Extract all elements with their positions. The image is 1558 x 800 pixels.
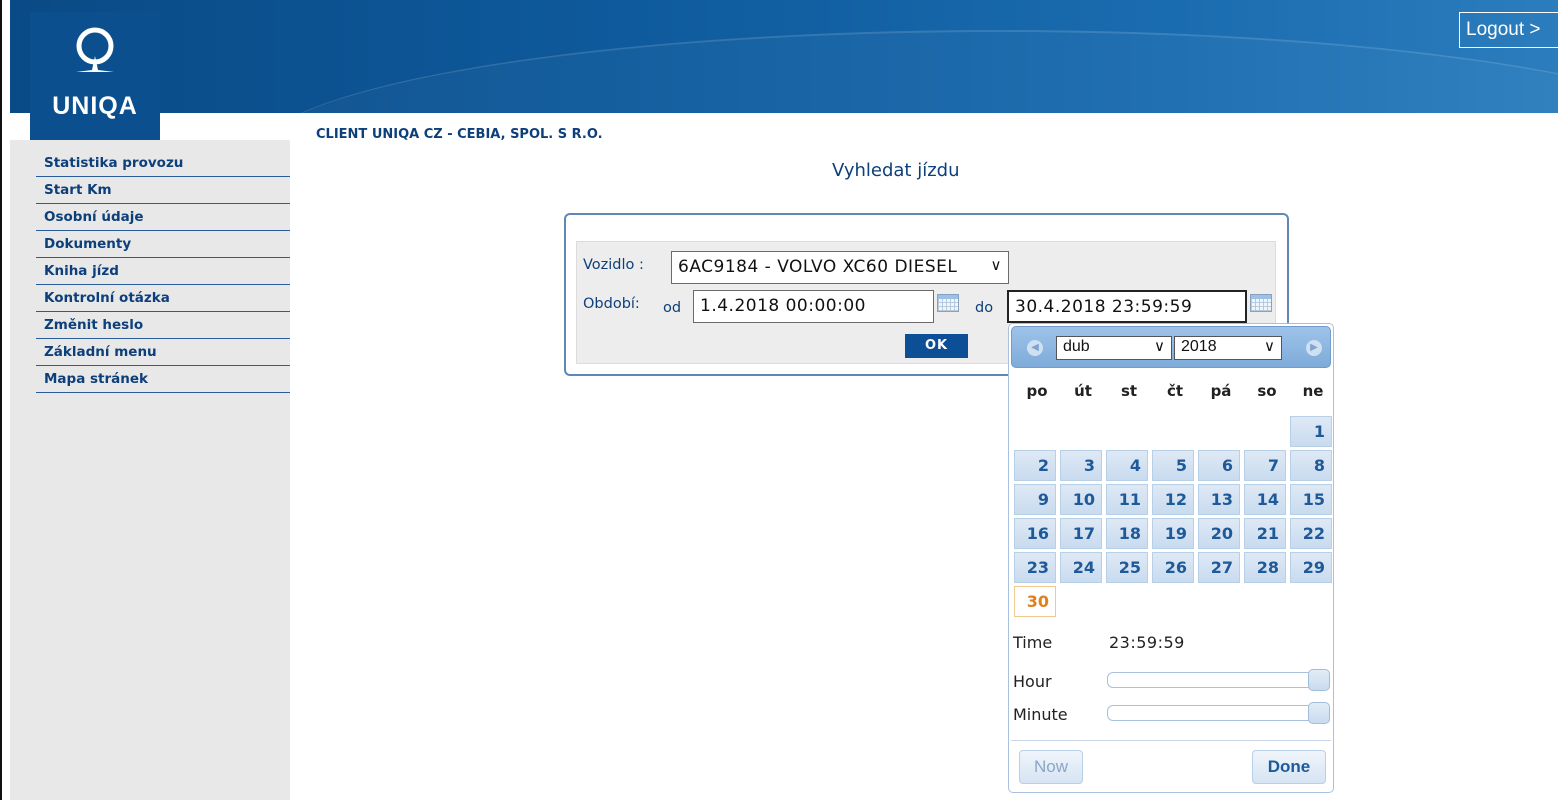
minute-label: Minute [1013,705,1068,724]
day-cell[interactable]: 1 [1290,416,1332,447]
from-label: od [663,300,682,316]
uniqa-logo[interactable]: UNIQA [30,12,160,140]
date-from-input[interactable]: 1.4.2018 00:00:00 [693,290,934,323]
day-cell[interactable]: 6 [1198,450,1240,481]
vehicle-select-value: 6AC9184 - VOLVO XC60 DIESEL [678,257,958,277]
logo-text: UNIQA [52,92,138,120]
ok-button[interactable]: OK [905,334,968,358]
calendar-from-icon[interactable] [937,294,959,312]
weekday-label: st [1120,382,1138,400]
day-cell[interactable]: 28 [1244,552,1286,583]
header-banner [10,0,1558,113]
page-title: Vyhledat jízdu [832,160,960,181]
logo-emblem-icon [76,27,114,72]
logout-button[interactable]: Logout > [1459,12,1558,48]
day-cell[interactable]: 9 [1014,484,1056,515]
chevron-down-icon: ∨ [1264,338,1275,355]
to-label: do [975,300,994,316]
sidebar-item-zmenit-heslo[interactable]: Změnit heslo [36,312,290,339]
day-cell[interactable]: 12 [1152,484,1194,515]
sidebar-item-dokumenty[interactable]: Dokumenty [36,231,290,258]
day-cell[interactable]: 21 [1244,518,1286,549]
prev-month-icon[interactable]: ◀ [1027,340,1043,356]
chevron-down-icon: ∨ [990,256,1002,274]
header-decoration [250,30,1558,113]
day-cell[interactable]: 24 [1060,552,1102,583]
day-cell[interactable]: 15 [1290,484,1332,515]
datepicker: ◀ dub ∨ 2018 ∨ ▶ po út st čt pá so ne 12345678… [1008,323,1334,793]
chevron-down-icon: ∨ [1154,338,1165,355]
day-cell[interactable]: 11 [1106,484,1148,515]
vehicle-label: Vozidlo : [583,257,644,273]
datepicker-header: ◀ dub ∨ 2018 ∨ ▶ [1011,326,1331,368]
vehicle-select[interactable]: 6AC9184 - VOLVO XC60 DIESEL ∨ [671,251,1009,284]
hour-slider[interactable] [1107,669,1330,691]
sidebar-item-mapa-stranek[interactable]: Mapa stránek [36,366,290,393]
year-select[interactable]: 2018 ∨ [1174,336,1282,360]
sidebar-item-osobni-udaje[interactable]: Osobní údaje [36,204,290,231]
time-label: Time [1013,633,1053,652]
day-cell[interactable]: 17 [1060,518,1102,549]
month-select-value: dub [1063,338,1090,355]
sidebar-menu: Statistika provozu Start Km Osobní údaje… [36,150,290,393]
sidebar-item-kniha-jizd[interactable]: Kniha jízd [36,258,290,285]
day-cell[interactable]: 27 [1198,552,1240,583]
day-cell[interactable]: 30 [1014,586,1056,617]
minute-slider-handle[interactable] [1308,702,1330,724]
day-cell[interactable]: 2 [1014,450,1056,481]
period-label: Období: [583,296,640,312]
calendar-to-icon[interactable] [1250,294,1272,312]
day-cell[interactable]: 3 [1060,450,1102,481]
date-to-input[interactable]: 30.4.2018 23:59:59 [1007,290,1247,323]
day-cell[interactable]: 10 [1060,484,1102,515]
day-cell[interactable]: 13 [1198,484,1240,515]
day-cell[interactable]: 20 [1198,518,1240,549]
day-cell[interactable]: 22 [1290,518,1332,549]
minute-slider[interactable] [1107,702,1330,724]
weekday-label: pá [1210,382,1232,400]
done-button[interactable]: Done [1252,750,1326,784]
weekday-label: út [1074,382,1092,400]
day-cell[interactable]: 14 [1244,484,1286,515]
day-cell[interactable]: 26 [1152,552,1194,583]
day-cell[interactable]: 16 [1014,518,1056,549]
day-cell[interactable]: 18 [1106,518,1148,549]
month-select[interactable]: dub ∨ [1056,336,1172,360]
day-cell[interactable]: 25 [1106,552,1148,583]
now-button[interactable]: Now [1019,750,1083,784]
next-month-icon[interactable]: ▶ [1306,340,1322,356]
day-cell[interactable]: 23 [1014,552,1056,583]
client-name: CLIENT UNIQA CZ - CEBIA, SPOL. S R.O. [316,127,603,142]
hour-label: Hour [1013,672,1052,691]
datepicker-divider [1011,740,1331,741]
sidebar: Statistika provozu Start Km Osobní údaje… [10,140,290,800]
sidebar-item-statistika-provozu[interactable]: Statistika provozu [36,150,290,177]
weekday-label: po [1026,382,1048,400]
day-cell[interactable]: 5 [1152,450,1194,481]
sidebar-item-zakladni-menu[interactable]: Základní menu [36,339,290,366]
year-select-value: 2018 [1181,338,1217,355]
time-value: 23:59:59 [1109,633,1185,652]
day-cell[interactable]: 7 [1244,450,1286,481]
day-cell[interactable]: 29 [1290,552,1332,583]
hour-slider-handle[interactable] [1308,669,1330,691]
day-cell[interactable]: 8 [1290,450,1332,481]
weekday-label: čt [1166,382,1184,400]
day-cell[interactable]: 19 [1152,518,1194,549]
sidebar-item-kontrolni-otazka[interactable]: Kontrolní otázka [36,285,290,312]
weekday-label: so [1257,382,1277,400]
weekday-label: ne [1302,382,1324,400]
sidebar-item-start-km[interactable]: Start Km [36,177,290,204]
day-cell[interactable]: 4 [1106,450,1148,481]
